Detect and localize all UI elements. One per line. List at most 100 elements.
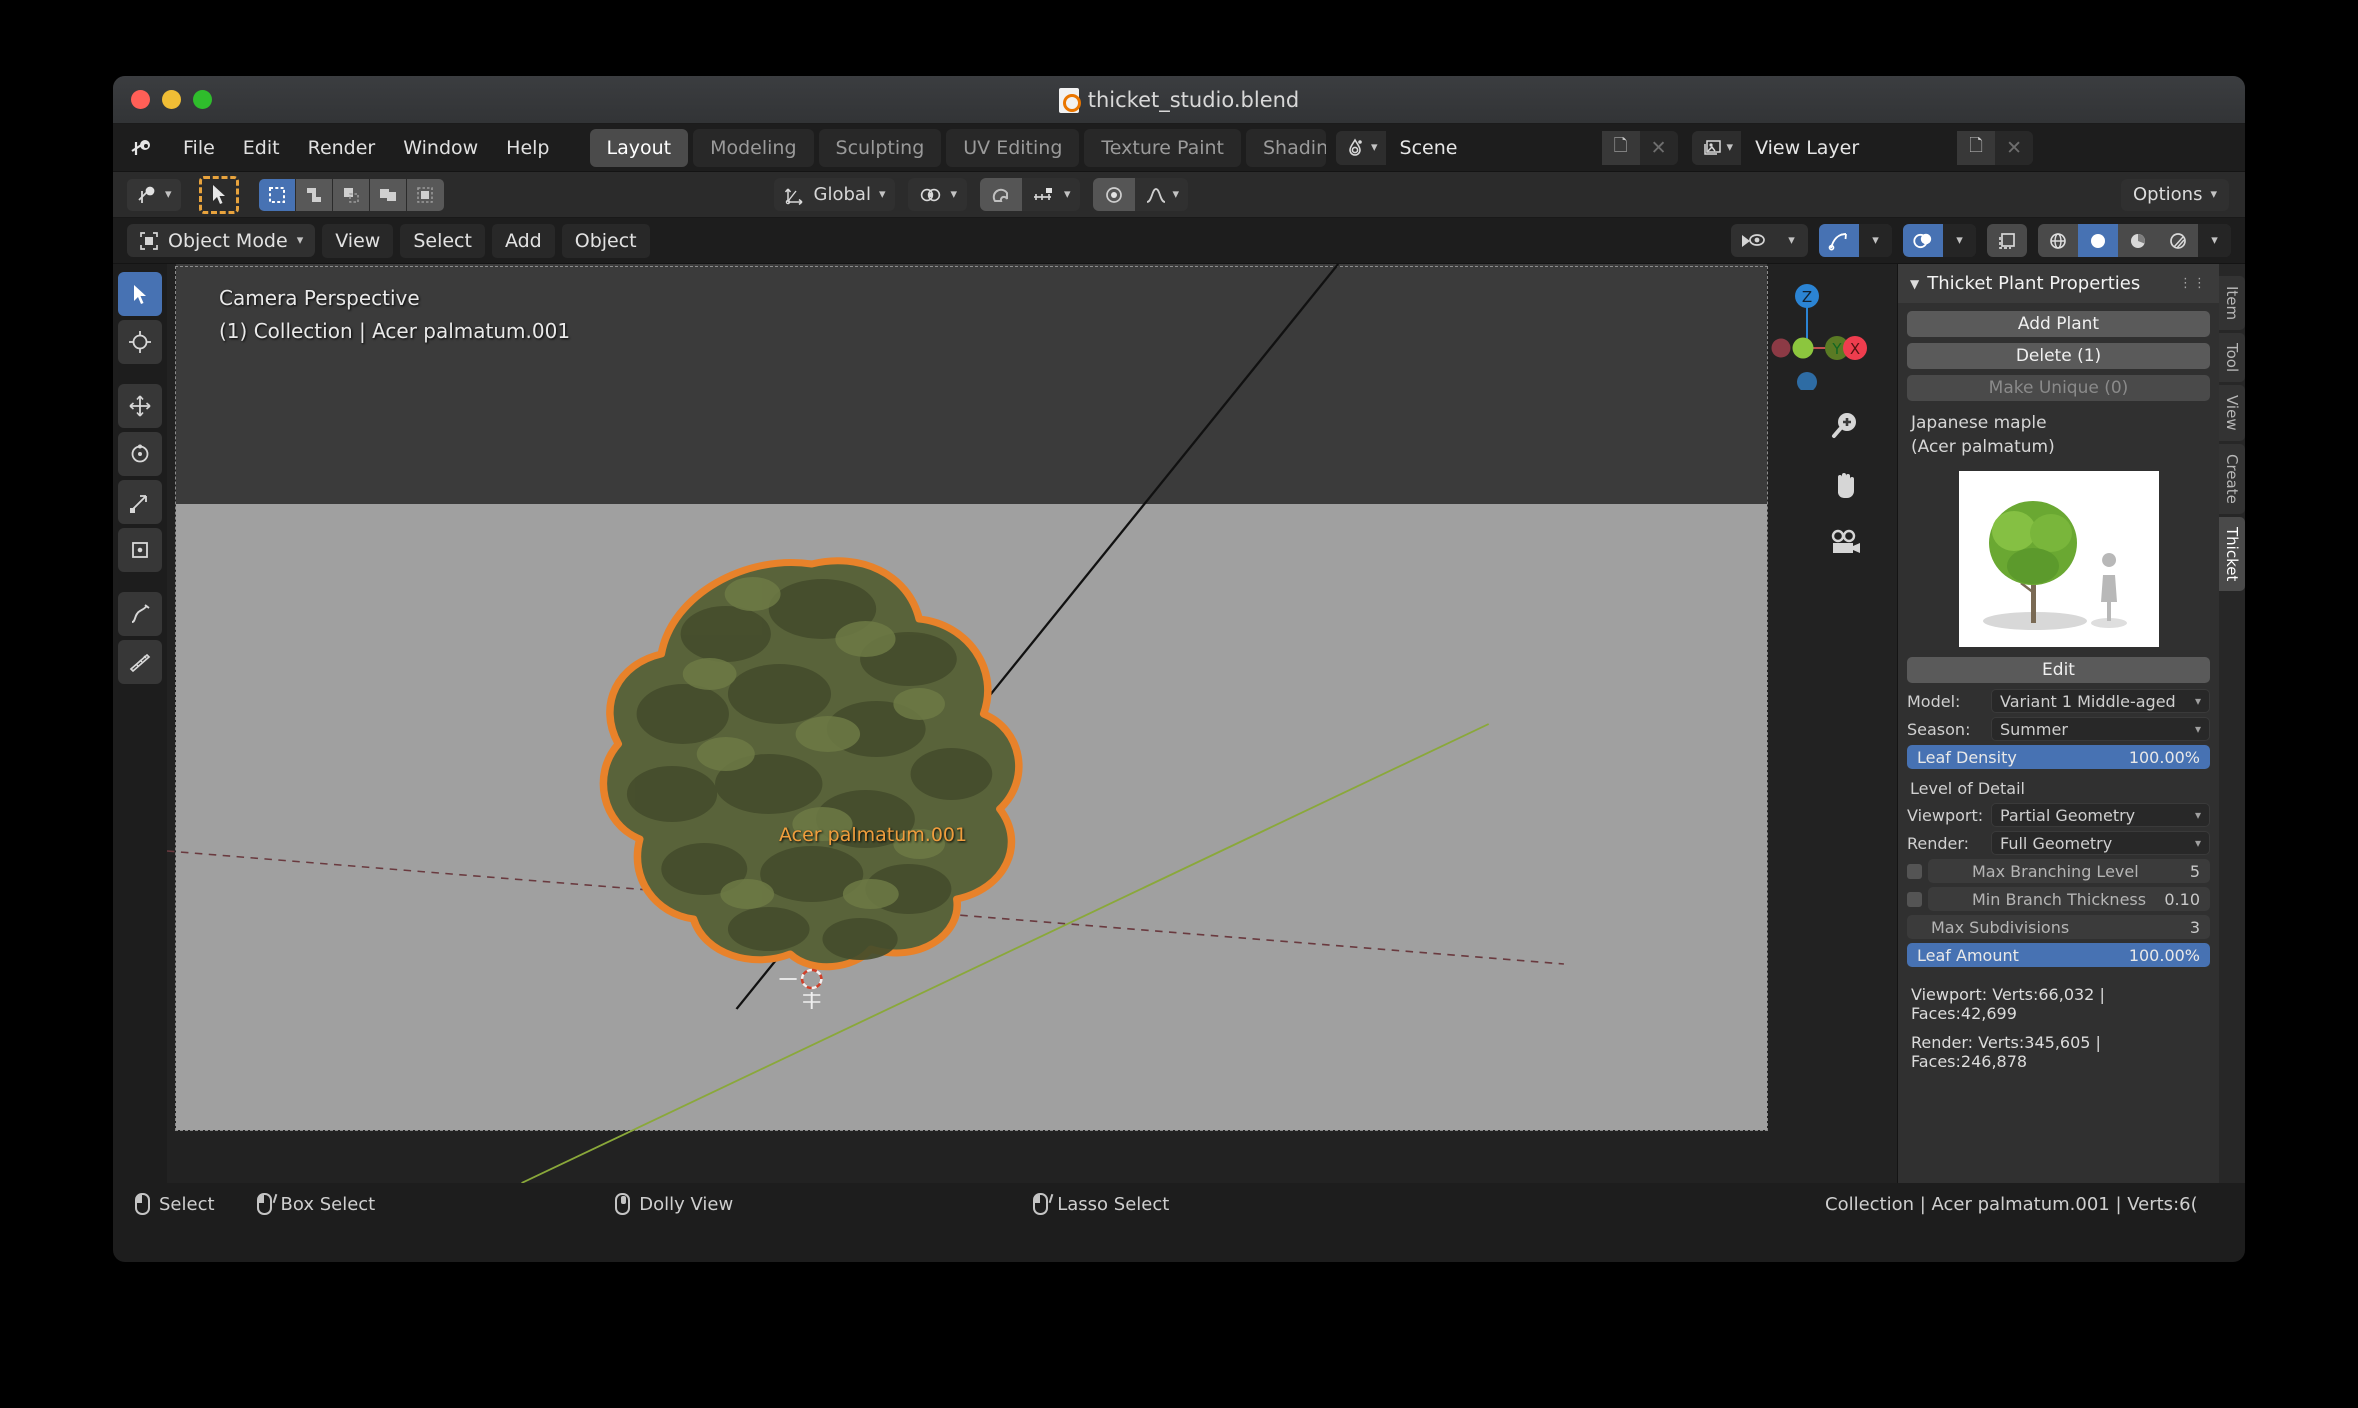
view-layer-datablock[interactable]: ▾ View Layer 🗋 ✕ [1691, 130, 2034, 165]
select-subtract-mode[interactable] [332, 178, 370, 211]
model-dropdown[interactable]: Variant 1 Middle-aged ▾ [1991, 689, 2210, 713]
view-layer-browse-icon[interactable]: ▾ [1691, 130, 1742, 165]
viewport-menu-view[interactable]: View [322, 223, 394, 258]
toggle-xray-button[interactable] [1987, 224, 2027, 257]
sidebar-tab-view[interactable]: View [2219, 385, 2245, 441]
pan-hand-icon[interactable] [1823, 462, 1867, 506]
show-overlays-toggle[interactable] [1903, 224, 1943, 257]
max-branching-field[interactable]: Max Branching Level 5 [1928, 859, 2210, 883]
pivot-point-dropdown[interactable]: ▾ [908, 178, 968, 211]
select-invert-mode[interactable] [369, 178, 407, 211]
select-extend-mode[interactable] [295, 178, 333, 211]
tab-texture-paint[interactable]: Texture Paint [1084, 128, 1241, 167]
navigation-gizmo[interactable]: Z Y X [1763, 278, 1875, 392]
visibility-dropdown[interactable]: ▾ [1731, 224, 1808, 257]
menu-file[interactable]: File [169, 132, 229, 164]
window-controls[interactable] [131, 90, 212, 109]
active-tool-icon[interactable]: ▾ [127, 178, 181, 211]
edit-plant-button[interactable]: Edit [1907, 657, 2210, 683]
object-visibility-icon[interactable] [1731, 224, 1775, 257]
show-gizmo-toggle[interactable] [1819, 224, 1859, 257]
menu-edit[interactable]: Edit [229, 132, 294, 164]
render-lod-label: Render: [1907, 833, 1970, 853]
viewport-menu-add[interactable]: Add [491, 223, 555, 258]
plant-preview-thumbnail[interactable] [1958, 471, 2159, 647]
tab-uv-editing[interactable]: UV Editing [946, 128, 1080, 167]
min-thickness-checkbox[interactable] [1907, 891, 1922, 907]
scene-datablock[interactable]: ▾ Scene 🗋 ✕ [1336, 130, 1678, 165]
add-plant-button[interactable]: Add Plant [1907, 311, 2210, 337]
season-dropdown[interactable]: Summer ▾ [1991, 717, 2210, 741]
minimize-window-button[interactable] [162, 90, 181, 109]
gizmo-options-dropdown[interactable]: ▾ [1859, 224, 1892, 257]
sidebar-tab-thicket[interactable]: Thicket [2219, 516, 2245, 592]
max-branching-checkbox[interactable] [1907, 863, 1922, 879]
leaf-density-slider[interactable]: Leaf Density 100.00% [1907, 745, 2210, 769]
viewport-lod-value: Partial Geometry [2000, 805, 2136, 825]
view-layer-new-button[interactable]: 🗋 [1957, 130, 1996, 165]
leaf-amount-slider[interactable]: Leaf Amount 100.00% [1907, 943, 2210, 967]
snap-target-dropdown[interactable]: ▾ [1022, 178, 1080, 211]
tool-transform[interactable] [118, 528, 162, 572]
tool-select-box[interactable] [118, 272, 162, 316]
overlay-options-dropdown[interactable]: ▾ [1943, 224, 1976, 257]
proportional-falloff-dropdown[interactable]: ▾ [1135, 178, 1189, 211]
delete-plant-button[interactable]: Delete (1) [1907, 343, 2210, 369]
3d-viewport[interactable]: Camera Perspective (1) Collection | Acer… [167, 264, 1897, 1183]
view-layer-remove-button[interactable]: ✕ [1995, 130, 2034, 165]
close-window-button[interactable] [131, 90, 150, 109]
tool-move[interactable] [118, 384, 162, 428]
transform-orientation-dropdown[interactable]: Global ▾ [773, 178, 896, 211]
panel-collapse-triangle-icon[interactable]: ▼ [1910, 277, 1919, 291]
leaf-density-label: Leaf Density [1917, 747, 2017, 767]
menu-window[interactable]: Window [389, 132, 492, 164]
panel-header[interactable]: ▼ Thicket Plant Properties ⋮⋮ [1898, 264, 2219, 303]
viewport-options-dropdown[interactable]: Options ▾ [2121, 178, 2229, 211]
sidebar-tab-item[interactable]: Item [2219, 276, 2245, 331]
max-subdivisions-field[interactable]: Max Subdivisions 3 [1907, 915, 2210, 939]
viewport-menu-object[interactable]: Object [561, 223, 650, 258]
viewport-lod-dropdown[interactable]: Partial Geometry ▾ [1991, 803, 2210, 827]
tool-annotate[interactable] [118, 592, 162, 636]
tool-measure[interactable] [118, 640, 162, 684]
shading-rendered-button[interactable] [2158, 224, 2198, 257]
view-layer-name-field[interactable]: View Layer [1741, 130, 1958, 165]
scene-new-button[interactable]: 🗋 [1601, 130, 1640, 165]
scene-unlink-button[interactable]: ✕ [1639, 130, 1678, 165]
scene-browse-icon[interactable]: ▾ [1336, 130, 1386, 165]
tool-cursor[interactable] [118, 320, 162, 364]
snap-magnet-toggle[interactable] [980, 178, 1023, 211]
viewport-menu-select[interactable]: Select [400, 223, 485, 258]
chevron-down-icon[interactable]: ▾ [1775, 224, 1808, 257]
proportional-edit-toggle[interactable] [1092, 178, 1135, 211]
select-set-mode[interactable] [258, 178, 296, 211]
sidebar-tab-tool[interactable]: Tool [2219, 333, 2245, 383]
scene-name-field[interactable]: Scene [1385, 130, 1602, 165]
make-unique-button[interactable]: Make Unique (0) [1907, 375, 2210, 401]
menu-help[interactable]: Help [492, 132, 563, 164]
camera-view-icon[interactable] [1823, 520, 1867, 564]
tool-rotate[interactable] [118, 432, 162, 476]
shading-options-dropdown[interactable]: ▾ [2198, 224, 2231, 257]
tool-scale[interactable] [118, 480, 162, 524]
shading-material-preview-button[interactable] [2118, 224, 2158, 257]
maximize-window-button[interactable] [193, 90, 212, 109]
shading-solid-button[interactable] [2078, 224, 2118, 257]
interaction-mode-dropdown[interactable]: Object Mode ▾ [127, 224, 316, 257]
min-thickness-field[interactable]: Min Branch Thickness 0.10 [1928, 887, 2210, 911]
render-lod-dropdown[interactable]: Full Geometry ▾ [1991, 831, 2210, 855]
status-select: Select [135, 1193, 215, 1215]
blender-logo-icon[interactable] [127, 135, 159, 161]
tool-settings-header: ▾ Global ▾ ▾ ▾ ▾ Options ▾ [113, 172, 2245, 218]
tweak-tool-button[interactable] [198, 175, 239, 214]
select-intersect-mode[interactable] [406, 178, 444, 211]
tab-modeling[interactable]: Modeling [693, 128, 814, 167]
menu-render[interactable]: Render [294, 132, 390, 164]
zoom-icon[interactable] [1823, 404, 1867, 448]
tab-layout[interactable]: Layout [589, 128, 689, 167]
sidebar-tab-create[interactable]: Create [2219, 443, 2245, 514]
tab-sculpting[interactable]: Sculpting [818, 128, 942, 167]
shading-wireframe-button[interactable] [2038, 224, 2078, 257]
max-branching-row: Max Branching Level 5 [1907, 859, 2210, 883]
tab-shading[interactable]: Shadin [1246, 128, 1326, 167]
